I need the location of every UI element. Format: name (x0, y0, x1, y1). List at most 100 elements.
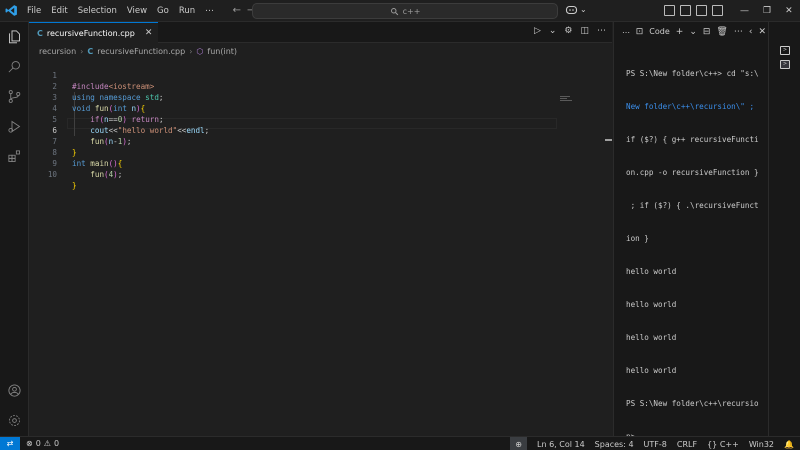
chevron-down-icon: ⌄ (580, 5, 587, 14)
breadcrumb-folder[interactable]: recursion (39, 47, 76, 56)
close-panel-icon[interactable]: ✕ (758, 27, 766, 37)
indentation[interactable]: Spaces: 4 (595, 440, 634, 449)
code-line: 7 } (29, 125, 612, 157)
editor-tabs: C recursiveFunction.cpp ✕ ▷ ⌄ ⚙ ◫ ⋯ (29, 22, 612, 43)
run-dropdown-icon[interactable]: ⌄ (549, 26, 557, 36)
code-editor[interactable]: 1 #include<iostream> 2 using namespace s… (29, 59, 612, 436)
customize-layout-icon[interactable] (712, 5, 723, 16)
run-file-icon[interactable]: ▷ (534, 26, 541, 36)
toggle-primary-sidebar-icon[interactable] (664, 5, 675, 16)
explorer-icon[interactable] (6, 28, 23, 45)
split-editor-icon[interactable]: ◫ (580, 26, 589, 36)
code-line: 9 fun(4); (29, 147, 612, 179)
vscode-logo-icon (0, 0, 22, 22)
breadcrumb-file[interactable]: recursiveFunction.cpp (97, 47, 185, 56)
platform[interactable]: Win32 (749, 440, 774, 449)
search-icon[interactable] (6, 58, 23, 75)
warning-count: 0 (53, 439, 60, 448)
code-line-text: } (72, 181, 77, 190)
restore-button[interactable]: ❐ (763, 6, 771, 16)
problems-indicator[interactable]: ⊗ 0 ⚠ 0 (26, 439, 59, 448)
search-icon (390, 7, 398, 15)
encoding[interactable]: UTF-8 (644, 440, 667, 449)
cpp-file-icon: C (37, 28, 43, 38)
error-icon: ⊗ (26, 439, 33, 448)
menu-view[interactable]: View (122, 0, 152, 22)
settings-gear-icon[interactable]: ⚙ (564, 26, 572, 36)
toggle-panel-icon[interactable] (680, 5, 691, 16)
code-line: 8 int main(){ (29, 136, 612, 168)
terminal-header: ⋯ ⊡ Code + ⌄ ⊟ 🗑 ⋯ ‹ ✕ (614, 22, 768, 43)
notifications-bell-icon[interactable]: 🔔 (784, 440, 794, 449)
code-line: 1 #include<iostream> (29, 59, 612, 91)
breadcrumb: recursion › C recursiveFunction.cpp › ⬡ … (29, 43, 612, 59)
extensions-icon[interactable] (6, 148, 23, 165)
settings-gear-icon[interactable] (6, 412, 23, 429)
terminal-output[interactable]: PS S:\New folder\c++> cd "s:\ New folder… (626, 46, 766, 450)
remote-icon[interactable]: ⇄ (0, 436, 20, 450)
chevron-right-icon: › (80, 46, 84, 56)
menu-file[interactable]: File (22, 0, 46, 22)
terminal-line: ion } (626, 234, 649, 243)
function-symbol-icon: ⬡ (196, 46, 204, 56)
zoom-icon[interactable]: ⊕ (510, 437, 527, 450)
command-center-search[interactable]: c++ (252, 3, 558, 19)
menu-edit[interactable]: Edit (46, 0, 72, 22)
cpp-file-icon: C (87, 46, 94, 56)
trash-icon[interactable]: 🗑 (716, 27, 727, 37)
copilot-icon (565, 5, 578, 15)
new-terminal-icon[interactable]: + (676, 27, 684, 37)
more-actions-icon[interactable]: ⋯ (734, 27, 743, 37)
back-arrow-icon[interactable]: ← (233, 5, 241, 16)
terminal-panel: ⋯ ⊡ Code + ⌄ ⊟ 🗑 ⋯ ‹ ✕ PS S:\New folder\… (613, 22, 768, 441)
scrollbar-marker (605, 139, 612, 141)
terminal-line: PS S:\New folder\c++> cd "s:\ (626, 69, 759, 78)
menu-selection[interactable]: Selection (73, 0, 122, 22)
terminal-line: hello world (626, 300, 677, 309)
terminal-label[interactable]: Code (649, 27, 669, 37)
language-mode[interactable]: {} C++ (707, 440, 739, 449)
close-button[interactable]: ✕ (785, 6, 793, 16)
cursor-position[interactable]: Ln 6, Col 14 (537, 440, 585, 449)
line-ending[interactable]: CRLF (677, 440, 697, 449)
code-line-text: fun(4); (90, 170, 123, 179)
search-text: c++ (402, 6, 421, 16)
terminal-more-icon[interactable]: ⋯ (622, 28, 630, 37)
terminal-line: on.cpp -o recursiveFunction } (626, 168, 759, 177)
breadcrumb-symbol[interactable]: fun(int) (207, 47, 237, 56)
status-bar: ⇄ ⊗ 0 ⚠ 0 ⊕ Ln 6, Col 14 Spaces: 4 UTF-8… (0, 436, 800, 450)
chevron-left-icon[interactable]: ‹ (749, 27, 753, 37)
title-bar: File Edit Selection View Go Run ⋯ ← → c+… (0, 0, 800, 22)
minimize-button[interactable]: — (740, 6, 749, 16)
menu-go[interactable]: Go (152, 0, 174, 22)
account-icon[interactable] (6, 382, 23, 399)
tab-recursive-function[interactable]: C recursiveFunction.cpp ✕ (29, 22, 159, 43)
editor-area: C recursiveFunction.cpp ✕ ▷ ⌄ ⚙ ◫ ⋯ recu… (29, 22, 612, 436)
menu-more[interactable]: ⋯ (200, 0, 219, 22)
menu-run[interactable]: Run (174, 0, 200, 22)
terminal-line: if ($?) { g++ recursiveFuncti (626, 135, 759, 144)
code-line: 4 if(n==0) return; (29, 92, 612, 124)
terminal-list: > > (768, 22, 800, 436)
code-line: 5 cout<<"hello world"<<endl; (29, 103, 612, 135)
terminal-line: hello world (626, 366, 677, 375)
minimap[interactable] (560, 96, 574, 106)
terminal-shell-icon: ⊡ (635, 27, 644, 37)
terminal-instance-icon[interactable]: > (780, 46, 790, 55)
chevron-down-icon[interactable]: ⌄ (689, 27, 697, 37)
tab-label: recursiveFunction.cpp (46, 28, 135, 38)
run-debug-icon[interactable] (6, 118, 23, 135)
copilot-button[interactable]: ⌄ (565, 4, 587, 15)
more-actions-icon[interactable]: ⋯ (597, 26, 606, 36)
terminal-instance-icon[interactable]: > (780, 60, 790, 69)
code-line: 2 using namespace std; (29, 70, 612, 102)
tab-close-icon[interactable]: ✕ (145, 28, 153, 38)
terminal-line: PS S:\New folder\c++\recursio (626, 399, 759, 408)
warning-icon: ⚠ (43, 439, 51, 448)
line-number: 10 (47, 170, 57, 179)
source-control-icon[interactable] (6, 88, 23, 105)
code-line: 3 void fun(int n){ (29, 81, 612, 113)
toggle-secondary-sidebar-icon[interactable] (696, 5, 707, 16)
terminal-line: hello world (626, 333, 677, 342)
split-terminal-icon[interactable]: ⊟ (703, 27, 711, 37)
